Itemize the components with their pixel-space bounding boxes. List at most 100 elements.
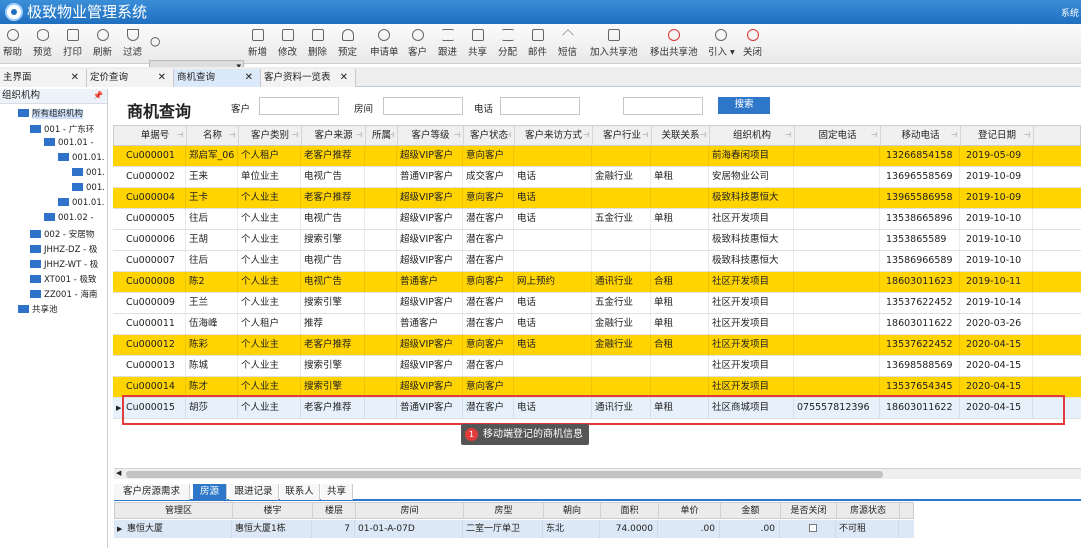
subgrid-column-header[interactable]: 朝向 xyxy=(544,503,601,519)
column-header[interactable]: 客户类别 xyxy=(239,126,302,146)
quick-search-icon[interactable]: ○ xyxy=(150,34,160,48)
tree-node[interactable]: 共享池 xyxy=(18,303,58,315)
column-header[interactable]: 名称 xyxy=(187,126,239,146)
column-header[interactable]: 客户状态 xyxy=(464,126,515,146)
filter-button[interactable]: 过滤 xyxy=(123,29,142,58)
column-header[interactable]: 客户来访方式 xyxy=(515,126,593,146)
tree-node[interactable]: ZZ001 - 海南 xyxy=(30,288,97,300)
delete-button[interactable]: 删除 xyxy=(308,29,327,58)
preview-button[interactable]: 预览 xyxy=(33,29,52,58)
column-header[interactable]: 客户等级 xyxy=(398,126,464,146)
subgrid-column-header[interactable]: 楼宇 xyxy=(233,503,313,519)
tree-node[interactable]: 001. xyxy=(72,168,105,178)
scrollbar-thumb[interactable] xyxy=(126,471,883,478)
extra-input[interactable] xyxy=(623,97,703,115)
table-row[interactable]: Cu000012 陈彩 个人业主 老客户推荐 超级VIP客户 意向客户 电话 金融行业 合租 社区… xyxy=(113,335,1081,356)
email-button[interactable]: 邮件 xyxy=(528,29,547,58)
table-row[interactable]: ▶ Cu000015 胡莎 个人业主 老客户推荐 普通VIP客户 潜在客户 电话 通讯行业 单租社… xyxy=(113,398,1081,419)
tab-contacts[interactable]: 联系人 xyxy=(280,484,320,500)
table-row[interactable]: Cu000007 往后 个人业主 电视广告 超级VIP客户 潜在客户 极致科技惠恒大 1358… xyxy=(113,251,1081,272)
tab-room-source[interactable]: 房源 xyxy=(193,484,227,500)
table-cell: Cu000002 xyxy=(123,167,186,187)
table-row[interactable]: Cu000006 王胡 个人业主 搜索引擎 超级VIP客户 潜在客户 极致科技惠恒大 1353… xyxy=(113,230,1081,251)
column-header[interactable]: 客户来源 xyxy=(302,126,366,146)
subgrid-column-header[interactable]: 单价 xyxy=(659,503,721,519)
close-icon[interactable]: ✕ xyxy=(71,69,79,86)
close-icon[interactable]: ✕ xyxy=(158,69,166,86)
table-row[interactable]: Cu000008 陈2 个人业主 电视广告 普通客户 意向客户 网上预约 通讯行业 合租 社区开发… xyxy=(113,272,1081,293)
subgrid-column-header[interactable]: 楼层 xyxy=(313,503,356,519)
tab-customer-list[interactable]: 客户资料一览表 ✕ xyxy=(261,69,356,87)
table-row[interactable]: Cu000011 伍海峰 个人租户 推荐 普通客户 潜在客户 电话 金融行业 单租 社区开发项目 1… xyxy=(113,314,1081,335)
customer-input[interactable] xyxy=(259,97,339,115)
close-icon[interactable]: ✕ xyxy=(340,69,348,86)
close-icon[interactable]: ✕ xyxy=(245,69,253,86)
follow-up-button[interactable]: 跟进 xyxy=(438,29,457,58)
tab-share[interactable]: 共享 xyxy=(321,484,353,500)
column-header[interactable]: 关联关系 xyxy=(652,126,710,146)
share-button[interactable]: 共享 xyxy=(468,29,487,58)
closed-checkbox[interactable] xyxy=(780,520,836,538)
subgrid-column-header[interactable]: 房间 xyxy=(356,503,464,519)
tree-node[interactable]: 001.01 - xyxy=(44,138,94,148)
tree-node[interactable]: 001.01. xyxy=(58,153,104,163)
checkbox-icon[interactable] xyxy=(809,524,817,532)
column-header[interactable]: 固定电话 xyxy=(795,126,881,146)
tree-node[interactable]: 001.02 - xyxy=(44,213,94,223)
grid-horizontal-scrollbar[interactable]: ◀ xyxy=(114,468,1081,479)
join-share-pool-button[interactable]: 加入共享池 xyxy=(590,29,638,58)
column-header[interactable]: 移动电话 xyxy=(881,126,961,146)
tree-node[interactable]: 001.01. xyxy=(58,198,104,208)
help-button[interactable]: 帮助 xyxy=(3,29,22,58)
tree-node[interactable]: 001. xyxy=(72,183,105,193)
edit-button[interactable]: 修改 xyxy=(278,29,297,58)
tab-customer-room-demand[interactable]: 客户房源需求 xyxy=(114,484,190,500)
system-menu[interactable]: 系统 xyxy=(1061,6,1079,19)
subgrid-row[interactable]: ▶ 惠恒大厦 惠恒大厦1栋 7 01-01-A-07D 二室一厅单卫 东北 74.0000.0… xyxy=(114,520,914,538)
reserve-button[interactable]: 预定 xyxy=(338,29,357,58)
assign-button[interactable]: 分配 xyxy=(498,29,517,58)
print-button[interactable]: 打印 xyxy=(63,29,82,58)
tab-main[interactable]: 主界面 ✕ xyxy=(0,69,87,87)
tree-node[interactable]: 所有组织机构 xyxy=(18,107,84,119)
column-header[interactable]: 单据号 xyxy=(124,126,187,146)
column-header[interactable]: 所属 xyxy=(366,126,398,146)
table-row[interactable]: Cu000005 往后 个人业主 电视广告 超级VIP客户 潜在客户 电话 五金行业 单租 社区开… xyxy=(113,209,1081,230)
phone-input[interactable] xyxy=(500,97,580,115)
tab-pricing-query[interactable]: 定价查询 ✕ xyxy=(87,69,174,87)
tree-node[interactable]: 001 - 广东环 xyxy=(30,123,94,135)
column-header[interactable]: 客户行业 xyxy=(593,126,652,146)
application-form-button[interactable]: 申请单 xyxy=(370,29,399,58)
subgrid-column-header[interactable]: 金额 xyxy=(721,503,781,519)
tree-node[interactable]: JHHZ-DZ - 极 xyxy=(30,243,97,255)
subgrid-column-header[interactable]: 房源状态 xyxy=(837,503,900,519)
tab-opportunity-query[interactable]: 商机查询 ✕ xyxy=(174,69,261,87)
subgrid-column-header[interactable]: 面积 xyxy=(601,503,659,519)
tree-node[interactable]: 002 - 安居物 xyxy=(30,228,94,240)
search-button[interactable]: 搜索 xyxy=(718,97,770,114)
tree-node[interactable]: JHHZ-WT - 极 xyxy=(30,258,98,270)
scroll-left-icon[interactable]: ◀ xyxy=(116,469,121,477)
add-button[interactable]: 新增 xyxy=(248,29,267,58)
subgrid-column-header[interactable]: 是否关闭 xyxy=(781,503,837,519)
table-row[interactable]: Cu000009 王兰 个人业主 搜索引擎 超级VIP客户 潜在客户 电话 五金行业 单租 社区开… xyxy=(113,293,1081,314)
subgrid-column-header[interactable]: 房型 xyxy=(464,503,544,519)
tree-node[interactable]: XT001 - 极致 xyxy=(30,273,97,285)
sms-button[interactable]: 短信 xyxy=(558,29,577,58)
table-row[interactable]: Cu000001 郑启军_06 个人租户 老客户推荐 超级VIP客户 意向客户 前海春闲项目… xyxy=(113,146,1081,167)
close-button[interactable]: 关闭 xyxy=(743,29,762,58)
customer-button[interactable]: 客户 xyxy=(408,29,427,58)
table-row[interactable]: Cu000004 王卡 个人业主 老客户推荐 超级VIP客户 意向客户 电话 极致科技惠恒大 1… xyxy=(113,188,1081,209)
column-header[interactable]: 组织机构 xyxy=(710,126,795,146)
table-row[interactable]: Cu000013 陈城 个人业主 搜索引擎 超级VIP客户 潜在客户 社区开发项目 13698… xyxy=(113,356,1081,377)
column-header[interactable]: 登记日期 xyxy=(961,126,1034,146)
room-input[interactable] xyxy=(383,97,463,115)
tab-follow-up-records[interactable]: 跟进记录 xyxy=(229,484,279,500)
table-row[interactable]: Cu000002 王来 单位业主 电视广告 普通VIP客户 成交客户 电话 金融行业 单租 安居物… xyxy=(113,167,1081,188)
pin-icon[interactable]: 📌 xyxy=(93,89,103,103)
subgrid-column-header[interactable]: 管理区 xyxy=(125,503,233,519)
remove-share-pool-button[interactable]: 移出共享池 xyxy=(650,29,698,58)
refresh-button[interactable]: 刷新 xyxy=(93,29,112,58)
import-button[interactable]: 引入 ▾ xyxy=(708,29,735,58)
table-row[interactable]: Cu000014 陈才 个人业主 搜索引擎 超级VIP客户 意向客户 社区开发项目 13537… xyxy=(113,377,1081,398)
